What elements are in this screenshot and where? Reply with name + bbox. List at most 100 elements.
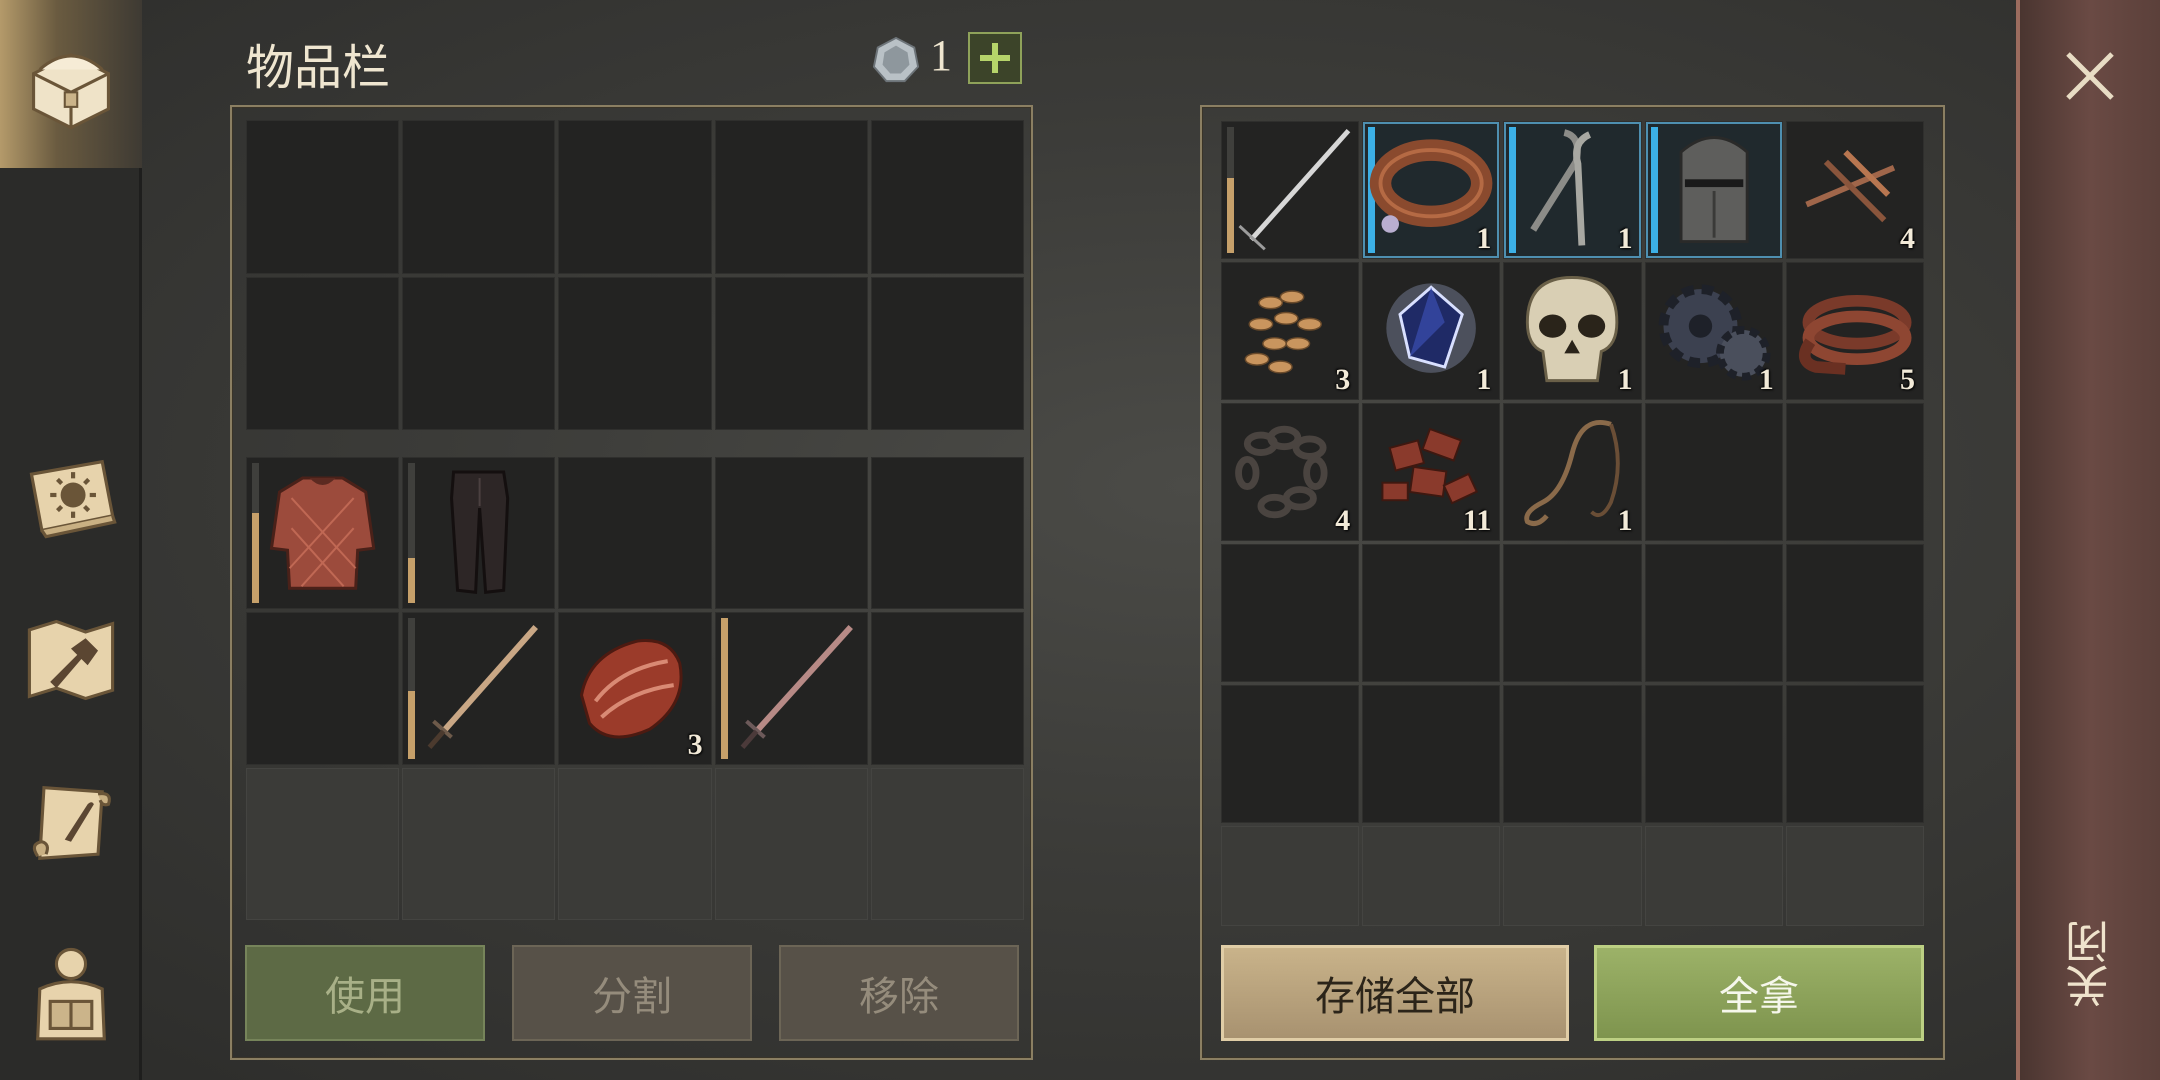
inventory-slot[interactable] <box>714 457 868 610</box>
container-slot-chain[interactable]: 4 <box>1221 403 1360 541</box>
inventory-slot-locked <box>558 767 712 920</box>
inventory-slot[interactable] <box>246 612 400 765</box>
inventory-items-grid: 3 <box>246 457 1024 920</box>
tab-journal[interactable] <box>0 424 142 566</box>
plus-icon <box>980 43 1010 73</box>
inventory-slot-locked <box>714 767 868 920</box>
close-icon[interactable] <box>2062 48 2118 104</box>
inventory-bag-grid <box>246 120 1024 430</box>
item-quantity: 5 <box>1899 363 1915 396</box>
container-slot[interactable] <box>1644 544 1783 682</box>
steel-sword-icon <box>1238 129 1351 251</box>
container-slot[interactable] <box>1785 685 1924 823</box>
container-slot-nails[interactable]: 4 <box>1785 121 1924 259</box>
add-currency-button[interactable] <box>968 32 1022 84</box>
silver-coin-icon <box>872 36 920 83</box>
inventory-slot[interactable] <box>870 276 1024 430</box>
inventory-slot[interactable] <box>870 612 1024 765</box>
inventory-slot-copper-sword[interactable] <box>714 612 868 765</box>
container-slot-locked <box>1362 826 1501 926</box>
copper-sword-icon <box>740 625 853 750</box>
container-slot-pliers[interactable]: 1 <box>1503 121 1642 259</box>
backpack-character-icon <box>36 947 106 1041</box>
inventory-slot[interactable] <box>246 120 400 274</box>
inventory-slot[interactable] <box>558 120 712 274</box>
take-all-button[interactable]: 全拿 <box>1594 945 1924 1041</box>
container-slot-locked <box>1503 826 1642 926</box>
tab-character[interactable] <box>0 920 142 1062</box>
split-button[interactable]: 分割 <box>512 945 752 1041</box>
container-slot-rope[interactable]: 1 <box>1503 403 1642 541</box>
container-slot-helmet[interactable] <box>1644 121 1783 259</box>
container-slot[interactable] <box>1785 544 1924 682</box>
knight-helmet-icon <box>1679 136 1749 244</box>
container-slot-locked <box>1644 826 1783 926</box>
close-panel[interactable] <box>2016 0 2160 1080</box>
item-quantity: 1 <box>1617 363 1633 396</box>
inventory-slot-locked <box>402 767 556 920</box>
tab-crafting[interactable] <box>0 588 142 730</box>
sun-journal-icon <box>29 459 117 539</box>
container-slot-skull[interactable]: 1 <box>1503 262 1642 400</box>
inventory-title: 物品栏 <box>246 40 391 96</box>
chest-icon <box>32 53 110 130</box>
inventory-slot-jacket[interactable] <box>246 457 400 610</box>
item-quantity: 3 <box>687 727 703 761</box>
container-slot[interactable] <box>1503 544 1642 682</box>
container-slot[interactable] <box>1644 685 1783 823</box>
leather-pants-icon <box>450 470 510 594</box>
tab-quests[interactable] <box>0 752 142 894</box>
container-slot-scrap[interactable]: 11 <box>1362 403 1501 541</box>
item-quantity: 1 <box>1758 363 1774 396</box>
container-grid: 1 1 4 3 1 1 1 5 4 11 1 <box>1221 121 1924 926</box>
container-slot[interactable] <box>1221 685 1360 823</box>
container-slot-locked <box>1221 826 1360 926</box>
item-quantity: 3 <box>1335 363 1351 396</box>
left-sidebar <box>0 0 142 1080</box>
item-quantity: 1 <box>1617 222 1633 255</box>
container-slot[interactable] <box>1503 685 1642 823</box>
use-button[interactable]: 使用 <box>245 945 485 1041</box>
inventory-slot-pants[interactable] <box>402 457 556 610</box>
inventory-slot[interactable] <box>870 120 1024 274</box>
inventory-slot-short-sword[interactable] <box>402 612 556 765</box>
inventory-slot-locked <box>246 767 400 920</box>
container-slot[interactable] <box>1362 544 1501 682</box>
store-all-button[interactable]: 存储全部 <box>1221 945 1569 1041</box>
item-quantity: 11 <box>1463 504 1492 537</box>
container-slot[interactable] <box>1221 544 1360 682</box>
inventory-slot[interactable] <box>714 120 868 274</box>
tab-storage[interactable] <box>0 0 142 168</box>
scroll-quest-icon <box>32 785 111 861</box>
container-slot-steel-sword[interactable] <box>1221 121 1360 259</box>
container-slot[interactable] <box>1644 403 1783 541</box>
short-sword-icon <box>427 625 539 750</box>
inventory-slot[interactable] <box>558 276 712 430</box>
inventory-slot-meat[interactable]: 3 <box>558 612 712 765</box>
inventory-slot[interactable] <box>246 276 400 430</box>
quilted-jacket-icon <box>269 476 376 590</box>
inventory-slot-locked <box>870 767 1024 920</box>
inventory-slot[interactable] <box>402 276 556 430</box>
hammer-map-icon <box>27 619 115 701</box>
item-quantity: 1 <box>1617 504 1633 537</box>
remove-button[interactable]: 移除 <box>779 945 1019 1041</box>
item-quantity: 1 <box>1476 222 1492 255</box>
currency-count: 1 <box>930 31 952 80</box>
container-slot-gear[interactable]: 1 <box>1644 262 1783 400</box>
inventory-slot[interactable] <box>402 120 556 274</box>
inventory-slot[interactable] <box>714 276 868 430</box>
item-quantity: 4 <box>1899 222 1915 255</box>
item-quantity: 4 <box>1335 504 1351 537</box>
container-slot-leather[interactable]: 5 <box>1785 262 1924 400</box>
inventory-slot[interactable] <box>558 457 712 610</box>
item-quantity: 1 <box>1476 363 1492 396</box>
container-slot-collar[interactable]: 1 <box>1362 121 1501 259</box>
close-label[interactable]: 关闭 <box>2060 920 2120 1008</box>
container-slot-locked <box>1785 826 1924 926</box>
inventory-slot[interactable] <box>870 457 1024 610</box>
container-slot[interactable] <box>1785 403 1924 541</box>
container-slot-seeds[interactable]: 3 <box>1221 262 1360 400</box>
container-slot-crystal[interactable]: 1 <box>1362 262 1501 400</box>
container-slot[interactable] <box>1362 685 1501 823</box>
